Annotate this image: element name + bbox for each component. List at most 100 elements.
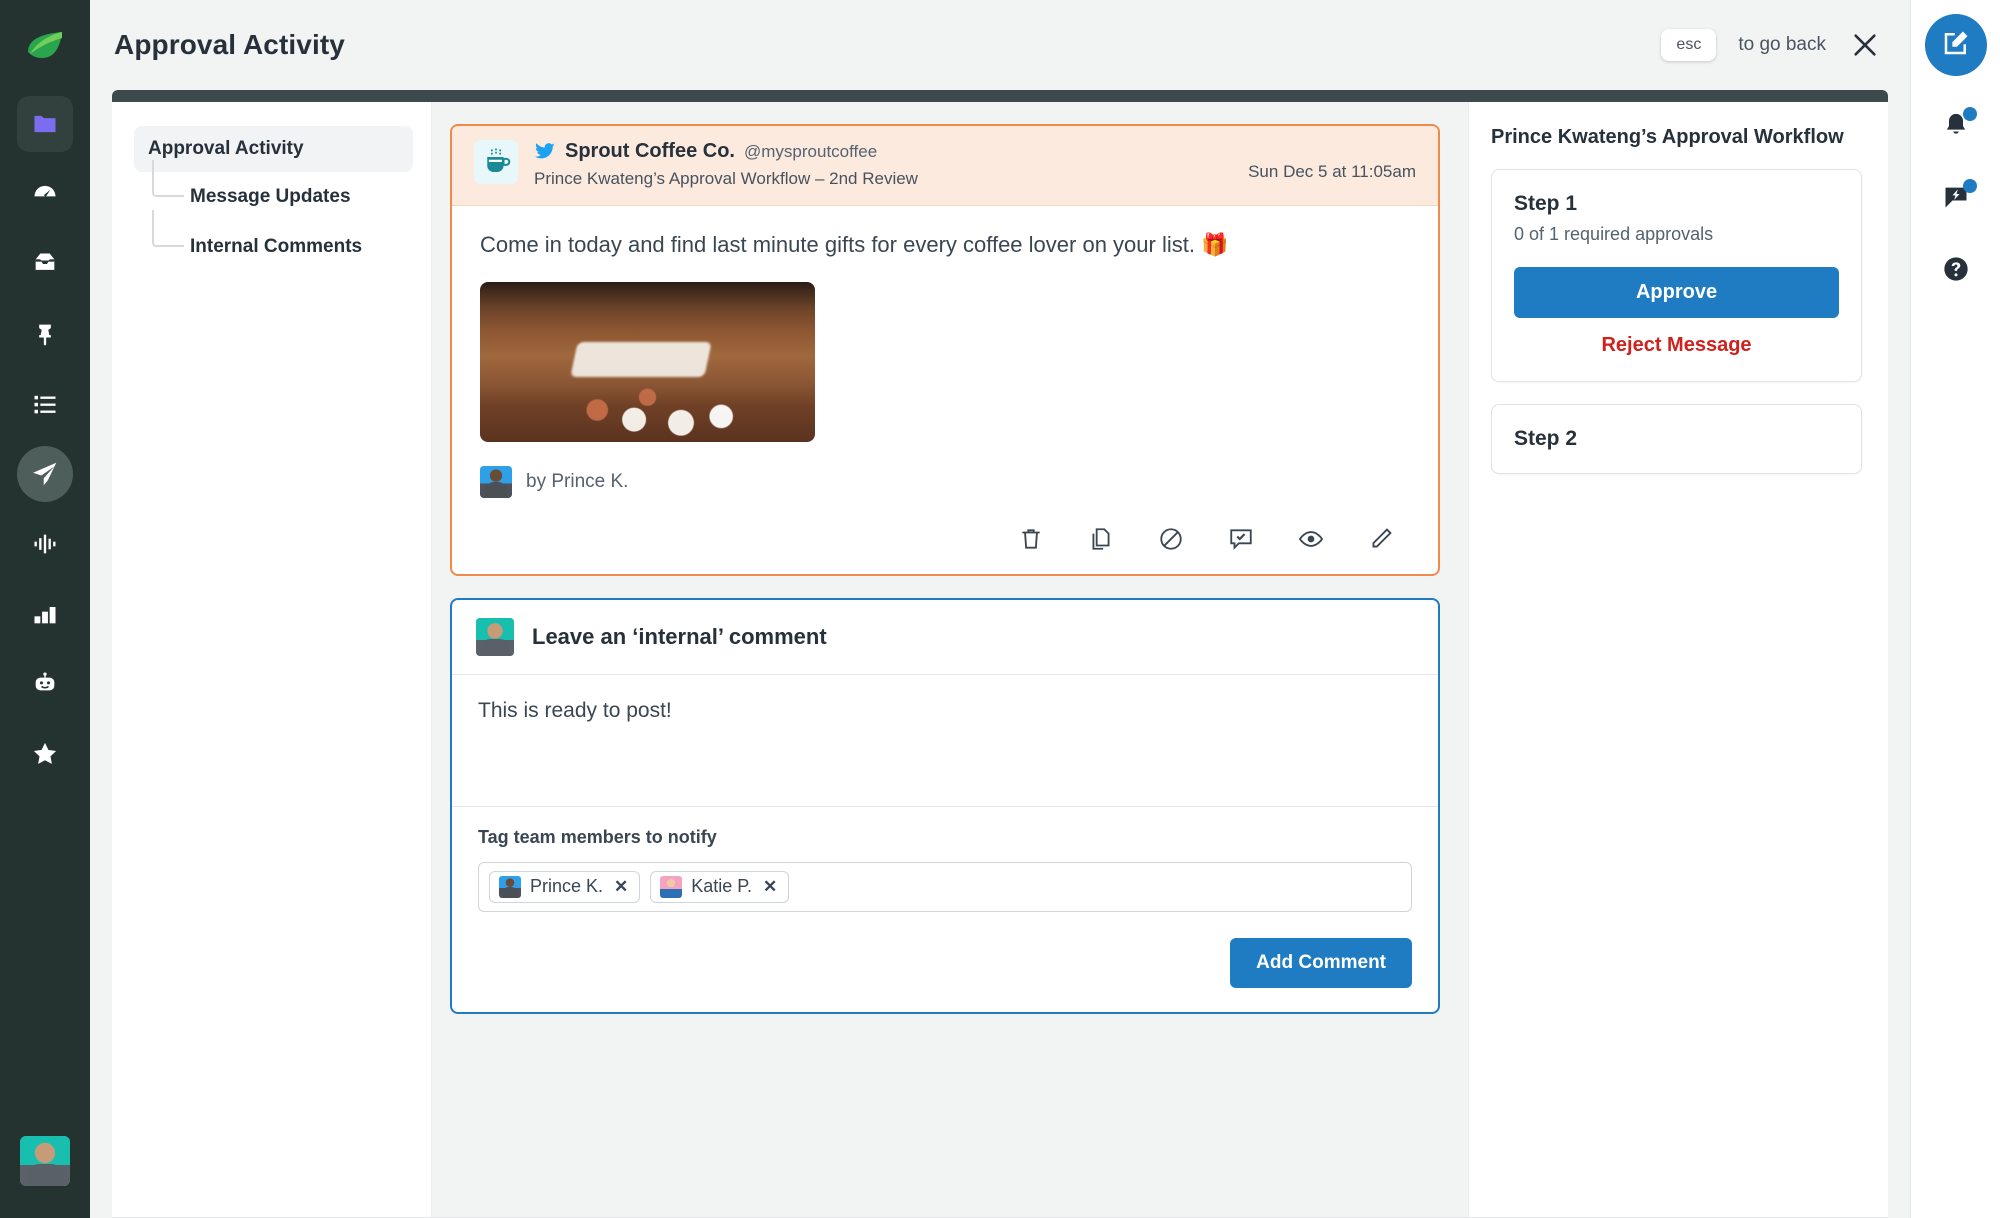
activity-tree-panel: Approval Activity Message Updates Intern…	[112, 102, 432, 1217]
copy-icon[interactable]	[1088, 526, 1114, 552]
sidebar-item-bots[interactable]	[17, 656, 73, 712]
message-card: Sprout Coffee Co. @mysproutcoffee Prince…	[450, 124, 1440, 576]
message-action-bar	[452, 508, 1438, 574]
bar-chart-icon	[31, 600, 59, 628]
workflow-title: Prince Kwateng’s Approval Workflow	[1491, 126, 1844, 148]
prince-avatar	[499, 875, 521, 898]
step-subtitle: 0 of 1 required approvals	[1514, 224, 1714, 244]
avatar[interactable]	[20, 1136, 70, 1186]
composer-footer: Add Comment	[452, 922, 1438, 1012]
workflow-step-1: Step 1 0 of 1 required approvals Approve…	[1491, 169, 1862, 382]
workspace: Approval Activity Message Updates Intern…	[112, 102, 1888, 1218]
sidebar-item-inbox[interactable]	[17, 236, 73, 292]
esc-hint-text: to go back	[1738, 34, 1826, 55]
katie-chip-photo	[660, 875, 683, 898]
workflow-subtitle: Prince Kwateng’s Approval Workflow – 2nd…	[534, 169, 918, 188]
tag-chip-katie[interactable]: Katie P. ✕	[650, 870, 790, 903]
tag-members-input[interactable]: Prince K. ✕ Katie P. ✕	[478, 861, 1412, 912]
pencil-icon[interactable]	[1368, 526, 1394, 552]
list-icon	[31, 390, 59, 418]
star-icon	[31, 740, 59, 768]
tag-chip-prince[interactable]: Prince K. ✕	[489, 870, 641, 903]
message-text: Come in today and find last minute gifts…	[480, 232, 1229, 257]
message-timestamp: Sun Dec 5 at 11:05am	[1248, 162, 1416, 181]
prince-avatar-photo	[480, 465, 512, 498]
reject-message-button[interactable]: Reject Message	[1514, 334, 1839, 357]
tag-members-label: Tag team members to notify	[478, 826, 717, 847]
composer-title: Leave an ‘internal’ comment	[532, 623, 827, 649]
messages-button[interactable]	[1935, 178, 1977, 220]
profile-line: Sprout Coffee Co. @mysproutcoffee	[534, 140, 1232, 163]
folder-icon	[31, 110, 59, 138]
message-byline: by Prince K.	[480, 465, 1410, 498]
sprout-leaf-logo[interactable]	[22, 24, 68, 70]
comment-input[interactable]: This is ready to post!	[452, 675, 1438, 807]
page-header: Approval Activity esc to go back	[90, 0, 1910, 90]
message-attachment-image[interactable]	[480, 281, 815, 442]
coffee-cup-avatar	[474, 140, 518, 184]
prince-avatar	[480, 465, 512, 498]
help-button[interactable]	[1935, 250, 1977, 292]
coffee-mugs-photo	[480, 281, 815, 442]
profile-name: Sprout Coffee Co.	[565, 140, 735, 162]
activity-feed: Sprout Coffee Co. @mysproutcoffee Prince…	[432, 102, 1468, 1217]
page-title: Approval Activity	[114, 29, 345, 60]
notifications-button[interactable]	[1935, 106, 1977, 148]
approve-button[interactable]: Approve	[1514, 267, 1839, 318]
sidebar-item-listening[interactable]	[17, 516, 73, 572]
sidebar-item-folder[interactable]	[17, 96, 73, 152]
comment-input-value: This is ready to post!	[478, 698, 672, 722]
left-nav-rail	[0, 0, 90, 1218]
workflow-step-2[interactable]: Step 2	[1491, 404, 1862, 474]
pushpin-icon	[31, 320, 59, 348]
notification-badge	[1962, 107, 1977, 121]
main-column: Approval Activity esc to go back Approva…	[90, 0, 1910, 1218]
add-comment-button[interactable]: Add Comment	[1230, 937, 1412, 988]
sidebar-item-pinned[interactable]	[17, 306, 73, 362]
internal-comment-composer: Leave an ‘internal’ comment This is read…	[450, 597, 1440, 1014]
sidebar-item-reviews[interactable]	[17, 726, 73, 782]
tag-chip-label: Prince K.	[530, 876, 604, 897]
dashboard-speedometer-icon	[31, 180, 59, 208]
tag-members-section: Tag team members to notify Prince K. ✕ K…	[452, 807, 1438, 922]
twitter-icon	[534, 142, 556, 161]
prince-chip-photo	[499, 875, 521, 898]
byline-text: by Prince K.	[526, 470, 629, 492]
esc-key-badge: esc	[1661, 29, 1717, 61]
message-card-body: Come in today and find last minute gifts…	[452, 206, 1438, 508]
current-user-avatar-photo	[476, 617, 514, 656]
messages-badge	[1962, 179, 1977, 193]
close-icon[interactable]	[1848, 28, 1882, 62]
user-avatar-photo	[20, 1136, 70, 1186]
close-icon[interactable]: ✕	[761, 877, 779, 897]
message-header-text: Sprout Coffee Co. @mysproutcoffee Prince…	[534, 140, 1232, 189]
comment-check-icon[interactable]	[1228, 526, 1254, 552]
eye-icon[interactable]	[1298, 526, 1324, 552]
header-actions: esc to go back	[1661, 28, 1910, 62]
trash-icon[interactable]	[1018, 526, 1044, 552]
profile-handle: @mysproutcoffee	[744, 141, 878, 161]
robot-icon	[31, 670, 59, 698]
step-title: Step 2	[1514, 427, 1578, 450]
compose-pencil-square-icon	[1941, 28, 1971, 63]
sidebar-item-dashboard[interactable]	[17, 166, 73, 222]
current-user-avatar	[476, 617, 514, 656]
help-question-icon	[1942, 255, 1970, 288]
right-icon-rail	[1910, 0, 2000, 1218]
inbox-icon	[31, 250, 59, 278]
step-title: Step 1	[1514, 192, 1578, 215]
sidebar-item-tasks[interactable]	[17, 376, 73, 432]
sidebar-item-reports[interactable]	[17, 586, 73, 642]
tag-chip-label: Katie P.	[691, 876, 752, 897]
paper-plane-icon	[30, 459, 60, 489]
composer-header: Leave an ‘internal’ comment	[452, 600, 1438, 675]
compose-button[interactable]	[1924, 14, 1987, 76]
sidebar-item-publishing[interactable]	[17, 446, 73, 502]
app-root: Approval Activity esc to go back Approva…	[0, 0, 2000, 1218]
katie-avatar	[660, 875, 683, 898]
close-icon[interactable]: ✕	[612, 877, 630, 897]
block-icon[interactable]	[1158, 526, 1184, 552]
tree-item-internal-comments[interactable]: Internal Comments	[134, 210, 413, 272]
window-title-strip	[112, 90, 1888, 102]
message-card-header: Sprout Coffee Co. @mysproutcoffee Prince…	[452, 126, 1438, 206]
